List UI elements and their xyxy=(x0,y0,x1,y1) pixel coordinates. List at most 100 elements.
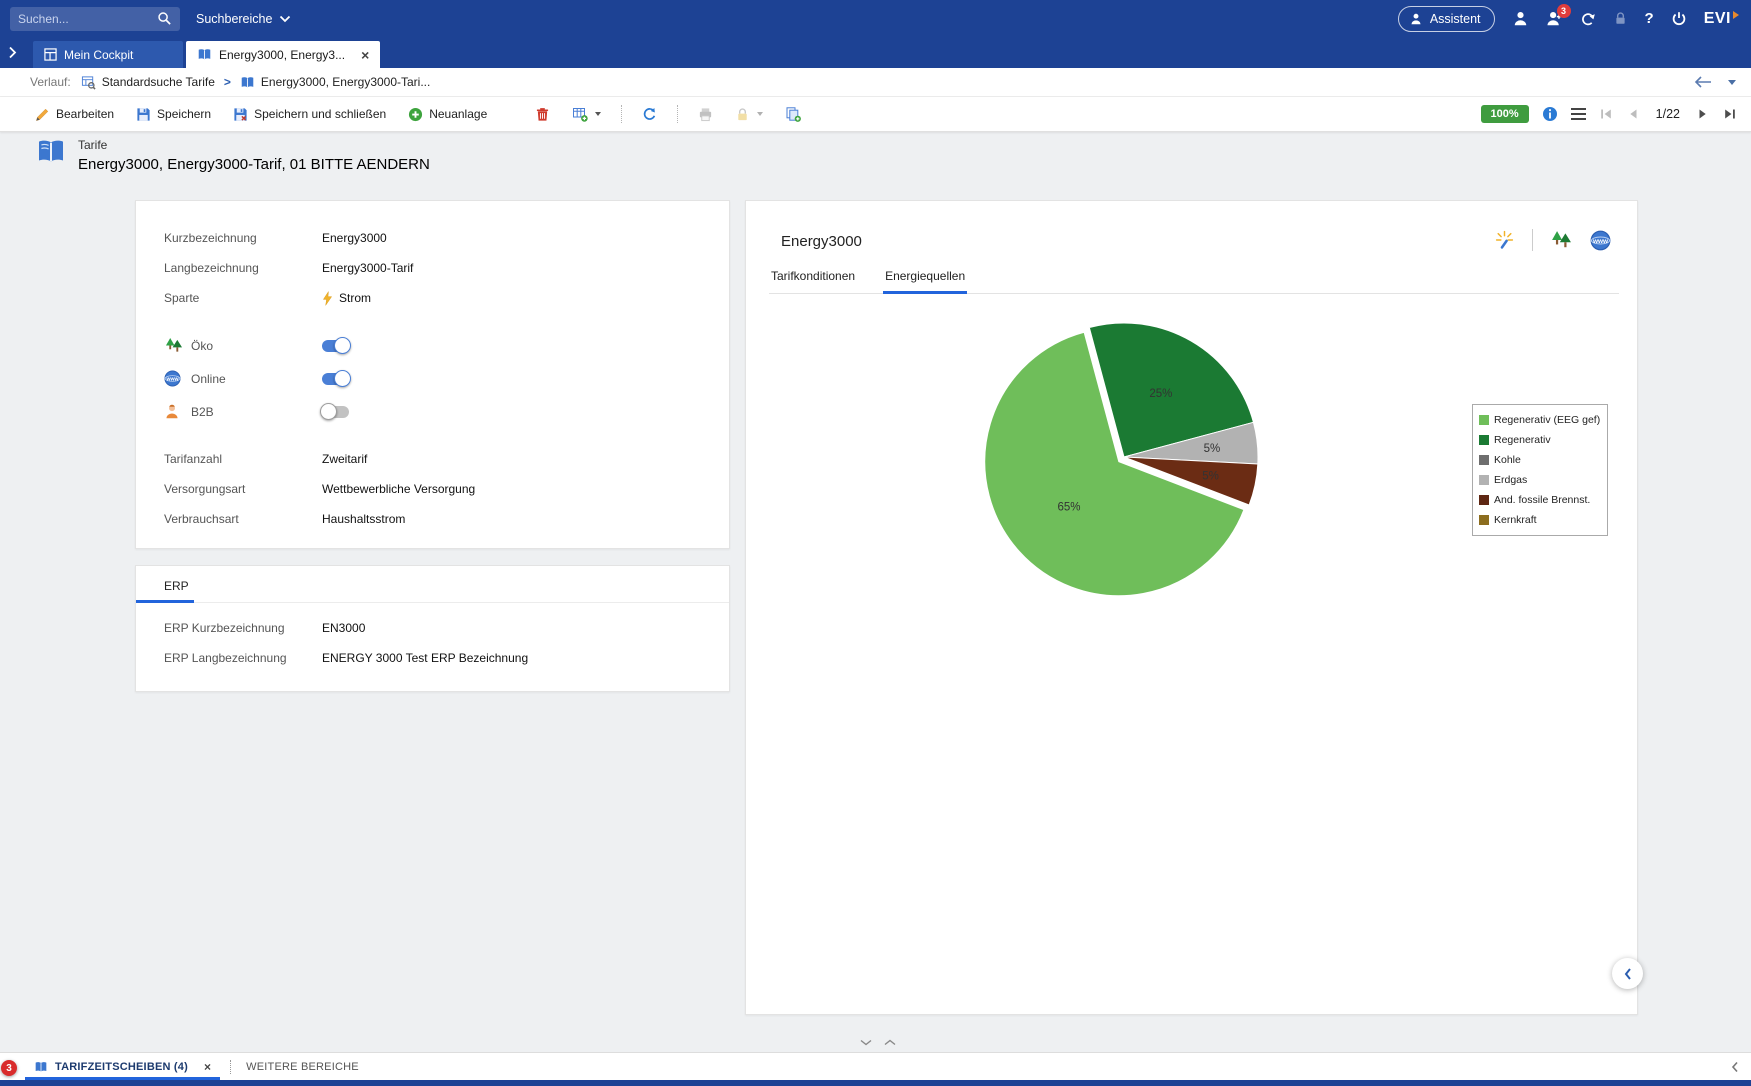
search-icon[interactable] xyxy=(157,11,172,26)
pie-slice-label: 65% xyxy=(1057,502,1080,514)
save-icon xyxy=(136,107,151,122)
field-value: ENERGY 3000 Test ERP Bezeichnung xyxy=(322,651,528,665)
toolbar-divider xyxy=(621,105,622,123)
field-label: Verbrauchsart xyxy=(164,512,322,526)
legend-label: Erdgas xyxy=(1494,474,1527,486)
notification-corner-badge: 3 xyxy=(1,1060,17,1076)
nav-next-button[interactable] xyxy=(1696,107,1710,121)
breadcrumb-item-standardsuche[interactable]: Standardsuche Tarife xyxy=(81,75,215,90)
book-icon xyxy=(36,138,66,165)
create-new-button[interactable]: Neuanlage xyxy=(399,102,496,127)
history-dropdown-icon[interactable] xyxy=(1728,80,1736,85)
copy-add-button[interactable] xyxy=(776,101,810,127)
save-and-close-button[interactable]: Speichern und schließen xyxy=(224,102,395,127)
redo-icon[interactable] xyxy=(1580,11,1596,27)
sparkler-icon xyxy=(1494,230,1515,251)
tab-label: Energy3000, Energy3... xyxy=(219,48,345,62)
field-label: Kurzbezeichnung xyxy=(164,231,322,245)
field-label: ERP Kurzbezeichnung xyxy=(164,621,322,635)
pie-slice-label: 25% xyxy=(1149,388,1172,400)
power-icon[interactable] xyxy=(1671,11,1687,27)
assistant-icon xyxy=(1409,12,1423,26)
collapse-panel-button[interactable] xyxy=(1612,958,1643,989)
copy-add-icon xyxy=(785,106,801,122)
book-icon xyxy=(240,76,255,89)
nav-last-button[interactable] xyxy=(1723,107,1737,121)
legend-swatch xyxy=(1479,515,1489,525)
form-field-row: Langbezeichnung Energy3000-Tarif xyxy=(164,253,729,283)
close-icon[interactable]: × xyxy=(204,1061,211,1073)
search-input[interactable] xyxy=(18,12,149,26)
save-button[interactable]: Speichern xyxy=(127,102,220,127)
close-icon[interactable]: × xyxy=(361,48,369,62)
tab-energy3000[interactable]: Energy3000, Energy3... × xyxy=(186,41,380,68)
legend-swatch xyxy=(1479,415,1489,425)
book-icon xyxy=(197,48,212,61)
refresh-icon xyxy=(642,107,657,122)
toolbar: Bearbeiten Speichern Speichern und schli… xyxy=(0,97,1751,132)
nav-prev-button xyxy=(1626,107,1640,121)
info-icon[interactable] xyxy=(1542,106,1558,122)
breadcrumb: Verlauf: Standardsuche Tarife > Energy30… xyxy=(0,68,1751,97)
tab-tarifkonditionen[interactable]: Tarifkonditionen xyxy=(769,261,857,293)
person-icon xyxy=(164,403,191,420)
legend-label: Kohle xyxy=(1494,454,1521,466)
tab-mein-cockpit[interactable]: Mein Cockpit xyxy=(33,41,183,68)
legend-label: Regenerativ (EEG gef) xyxy=(1494,414,1600,426)
tab-energiequellen[interactable]: Energiequellen xyxy=(883,261,967,293)
refresh-button[interactable] xyxy=(633,102,666,127)
legend-swatch xyxy=(1479,435,1489,445)
svg-text:www: www xyxy=(165,377,179,383)
toggle-label: Online xyxy=(191,372,322,386)
breadcrumb-separator: > xyxy=(224,75,231,89)
bottom-tab-bar: TARIFZEITSCHEIBEN (4) × WEITERE BEREICHE xyxy=(0,1052,1751,1080)
breadcrumb-item-energy3000[interactable]: Energy3000, Energy3000-Tari... xyxy=(240,75,430,89)
globe-icon: www xyxy=(1590,230,1611,251)
table-search-icon xyxy=(81,75,96,90)
printer-icon xyxy=(698,107,713,122)
oeko-toggle[interactable] xyxy=(322,340,349,352)
legend-item: Regenerativ (EEG gef) xyxy=(1479,410,1601,430)
legend-swatch xyxy=(1479,455,1489,465)
more-areas-button[interactable]: WEITERE BEREICHE xyxy=(246,1061,359,1073)
toggle-row: B2B xyxy=(164,395,729,428)
toggle-row: www Online xyxy=(164,362,729,395)
collapse-bottom-icon[interactable] xyxy=(1731,1061,1739,1073)
dropdown-caret-icon xyxy=(757,112,763,116)
splitter-controls xyxy=(860,1039,896,1046)
collapse-down-icon[interactable] xyxy=(860,1039,872,1046)
edit-button[interactable]: Bearbeiten xyxy=(26,102,123,127)
toggle-label: Öko xyxy=(191,339,322,353)
expand-panel-icon[interactable] xyxy=(8,46,17,59)
tab-erp[interactable]: ERP xyxy=(164,579,189,593)
search-scopes-dropdown[interactable]: Suchbereiche xyxy=(196,12,291,26)
trees-icon xyxy=(1550,230,1573,250)
legend-label: Kernkraft xyxy=(1494,514,1537,526)
legend-label: And. fossile Brennst. xyxy=(1494,494,1590,506)
field-value: Energy3000-Tarif xyxy=(322,261,413,275)
lock-icon xyxy=(1613,11,1628,26)
form-field-row: Verbrauchsart Haushaltsstrom xyxy=(164,504,729,534)
b2b-toggle[interactable] xyxy=(322,406,349,418)
notifications-icon[interactable]: 3 xyxy=(1546,10,1563,27)
table-add-icon xyxy=(572,106,588,122)
dropdown-caret-icon xyxy=(595,112,601,116)
online-toggle[interactable] xyxy=(322,373,349,385)
menu-icon[interactable] xyxy=(1571,108,1586,120)
global-search[interactable] xyxy=(10,7,180,31)
add-record-button[interactable] xyxy=(563,101,610,127)
help-button[interactable]: ? xyxy=(1645,10,1654,27)
assistant-button[interactable]: Assistent xyxy=(1398,6,1495,32)
tariff-form-card: Kurzbezeichnung Energy3000 Langbezeichnu… xyxy=(135,200,730,549)
pie-slice-label: 5% xyxy=(1204,443,1221,455)
field-label: ERP Langbezeichnung xyxy=(164,651,322,665)
delete-button[interactable] xyxy=(526,102,559,127)
field-label: Sparte xyxy=(164,291,322,305)
print-button xyxy=(689,102,722,127)
expand-up-icon[interactable] xyxy=(884,1039,896,1046)
user-icon[interactable] xyxy=(1512,10,1529,27)
detail-tab-bar: Tarifkonditionen Energiequellen xyxy=(769,261,1619,294)
toggle-label: B2B xyxy=(191,405,322,419)
history-back-icon[interactable] xyxy=(1694,76,1712,88)
tab-tarifzeitscheiben[interactable]: TARIFZEITSCHEIBEN (4) × xyxy=(30,1053,215,1080)
